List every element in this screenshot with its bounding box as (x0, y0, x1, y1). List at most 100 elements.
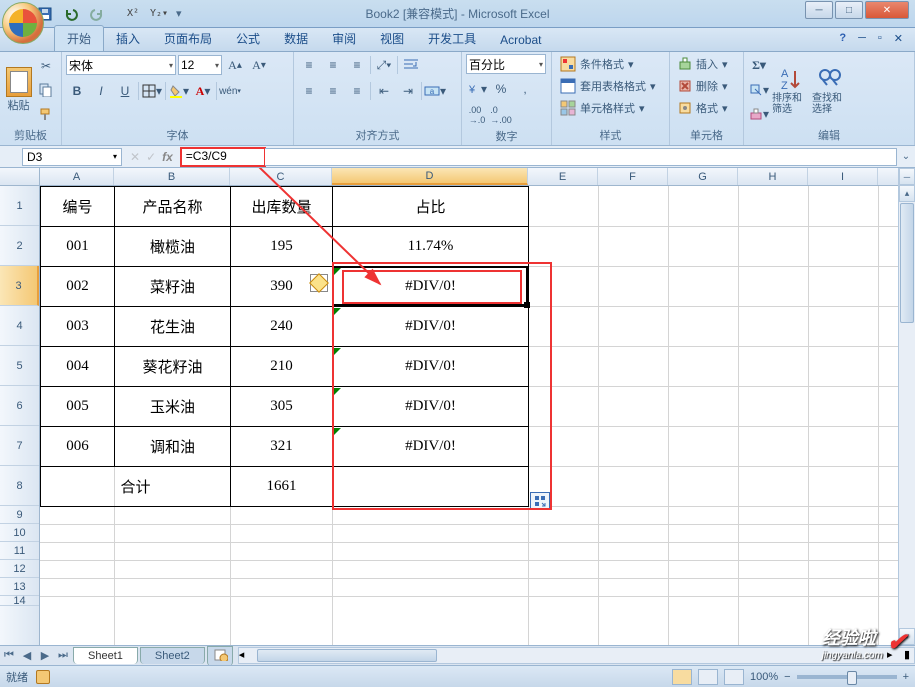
row-header-12[interactable]: 12 (0, 560, 39, 578)
ribbon-restore-button[interactable]: ▫ (874, 32, 886, 45)
cells[interactable]: 编号 产品名称 出库数量 占比 001橄榄油19511.74% 002菜籽油39… (40, 186, 898, 645)
cell-A8[interactable]: 合计 (41, 467, 231, 507)
align-center-icon[interactable]: ≡ (322, 80, 344, 102)
tab-view[interactable]: 视图 (368, 26, 416, 51)
tab-formulas[interactable]: 公式 (224, 26, 272, 51)
undo-icon[interactable] (60, 3, 82, 25)
quick-print-icon[interactable]: X² (122, 3, 144, 25)
accounting-icon[interactable]: ¥▾ (466, 78, 488, 100)
cell-D8[interactable] (333, 467, 529, 507)
tab-nav-last[interactable]: ⏭ (54, 647, 72, 665)
grow-font-icon[interactable]: A▴ (224, 54, 246, 76)
cell-A7[interactable]: 006 (41, 427, 115, 467)
phonetic-button[interactable]: wén▾ (219, 80, 241, 102)
fill-handle[interactable] (524, 302, 530, 308)
tab-data[interactable]: 数据 (272, 26, 320, 51)
borders-button[interactable]: ▾ (141, 80, 163, 102)
new-sheet-button[interactable] (207, 646, 233, 666)
col-header-C[interactable]: C (230, 168, 332, 185)
col-header-E[interactable]: E (528, 168, 598, 185)
clear-icon[interactable]: ▾ (748, 103, 770, 125)
cell-D1[interactable]: 占比 (333, 187, 529, 227)
col-header-A[interactable]: A (40, 168, 114, 185)
cell-A1[interactable]: 编号 (41, 187, 115, 227)
cell-D2[interactable]: 11.74% (333, 227, 529, 267)
scroll-left-button[interactable]: ◂ (239, 648, 256, 663)
tab-home[interactable]: 开始 (54, 25, 104, 51)
col-header-G[interactable]: G (668, 168, 738, 185)
formula-input[interactable]: =C3/C9 (181, 148, 265, 166)
col-header-D[interactable]: D (332, 168, 528, 185)
vertical-scrollbar[interactable]: ─ ▴ ▾ (898, 168, 915, 645)
conditional-format-button[interactable]: 条件格式▾ (556, 54, 665, 74)
page-break-view-button[interactable] (724, 669, 744, 685)
decrease-decimal-icon[interactable]: .0→.00 (490, 104, 512, 126)
cell-C1[interactable]: 出库数量 (231, 187, 333, 227)
ribbon-close-button[interactable]: ✕ (890, 32, 907, 45)
row-header-4[interactable]: 4 (0, 306, 39, 346)
paste-button[interactable]: 粘贴 (4, 55, 33, 125)
cell-B2[interactable]: 橄榄油 (115, 227, 231, 267)
cell-D6[interactable]: #DIV/0! (333, 387, 529, 427)
table-format-button[interactable]: 套用表格格式▾ (556, 76, 665, 96)
col-header-I[interactable]: I (808, 168, 878, 185)
page-layout-view-button[interactable] (698, 669, 718, 685)
copy-icon[interactable] (35, 79, 57, 101)
wrap-text-icon[interactable] (400, 54, 422, 76)
cell-A6[interactable]: 005 (41, 387, 115, 427)
sheet-tab-1[interactable]: Sheet1 (73, 647, 138, 664)
format-painter-icon[interactable] (35, 103, 57, 125)
row-header-5[interactable]: 5 (0, 346, 39, 386)
cancel-formula-icon[interactable]: ✕ (130, 150, 140, 164)
macro-record-icon[interactable] (36, 670, 50, 684)
minimize-button[interactable]: ─ (805, 1, 833, 19)
cell-A4[interactable]: 003 (41, 307, 115, 347)
name-box[interactable]: D3▾ (22, 148, 122, 166)
underline-button[interactable]: U (114, 80, 136, 102)
horizontal-scrollbar[interactable]: ◂ ▸ ▮ (238, 647, 915, 664)
font-size-combo[interactable]: 12▾ (178, 55, 222, 75)
normal-view-button[interactable] (672, 669, 692, 685)
row-header-2[interactable]: 2 (0, 226, 39, 266)
row-header-14[interactable]: 14 (0, 596, 39, 606)
cell-B5[interactable]: 葵花籽油 (115, 347, 231, 387)
cell-B1[interactable]: 产品名称 (115, 187, 231, 227)
cell-A2[interactable]: 001 (41, 227, 115, 267)
fill-icon[interactable]: ▾ (748, 79, 770, 101)
zoom-in-button[interactable]: + (903, 671, 909, 683)
cell-B6[interactable]: 玉米油 (115, 387, 231, 427)
col-header-B[interactable]: B (114, 168, 230, 185)
tab-nav-prev[interactable]: ◀ (18, 647, 36, 665)
cell-D4[interactable]: #DIV/0! (333, 307, 529, 347)
office-button[interactable] (2, 2, 44, 44)
split-box-v[interactable]: ─ (899, 168, 915, 185)
zoom-level[interactable]: 100% (750, 671, 778, 683)
italic-button[interactable]: I (90, 80, 112, 102)
cell-D5[interactable]: #DIV/0! (333, 347, 529, 387)
redo-icon[interactable] (86, 3, 108, 25)
percent-icon[interactable]: % (490, 78, 512, 100)
format-cells-button[interactable]: 格式▾ (674, 98, 739, 118)
ribbon-minimize-button[interactable]: ─ (854, 32, 870, 45)
shrink-font-icon[interactable]: A▾ (248, 54, 270, 76)
row-header-10[interactable]: 10 (0, 524, 39, 542)
tab-insert[interactable]: 插入 (104, 26, 152, 51)
row-header-9[interactable]: 9 (0, 506, 39, 524)
error-smart-tag-icon[interactable] (310, 274, 328, 292)
cell-B7[interactable]: 调和油 (115, 427, 231, 467)
select-all-corner[interactable] (0, 168, 40, 185)
row-header-6[interactable]: 6 (0, 386, 39, 426)
cell-C5[interactable]: 210 (231, 347, 333, 387)
tab-nav-next[interactable]: ▶ (36, 647, 54, 665)
tab-nav-first[interactable]: ⏮ (0, 647, 18, 665)
align-left-icon[interactable]: ≡ (298, 80, 320, 102)
align-right-icon[interactable]: ≡ (346, 80, 368, 102)
orientation-icon[interactable]: ⤢▾ (373, 54, 395, 76)
cell-D3[interactable]: #DIV/0! (333, 267, 529, 307)
close-button[interactable]: ✕ (865, 1, 909, 19)
cell-C7[interactable]: 321 (231, 427, 333, 467)
col-header-H[interactable]: H (738, 168, 808, 185)
insert-cells-button[interactable]: 插入▾ (674, 54, 739, 74)
col-header-F[interactable]: F (598, 168, 668, 185)
cell-A5[interactable]: 004 (41, 347, 115, 387)
